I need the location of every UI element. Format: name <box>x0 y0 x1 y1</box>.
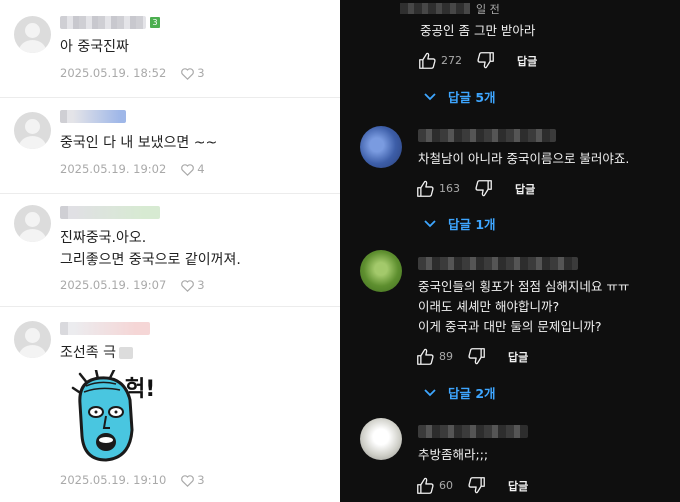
reply-button[interactable]: 답글 <box>508 478 528 494</box>
blurred-text <box>118 347 133 359</box>
thumbs-down-icon[interactable] <box>474 180 493 197</box>
left-comment-panel: 3 아 중국진짜 2025.05.19. 18:52 3 중국인 다 내 보냈으… <box>0 0 340 502</box>
username-blurred[interactable] <box>418 129 556 142</box>
comment-text-visible: 조선족 극 <box>60 345 116 361</box>
chevron-down-icon <box>424 92 436 100</box>
divider <box>0 193 340 194</box>
username-blurred[interactable] <box>60 110 126 123</box>
thumbs-down-icon[interactable] <box>467 348 486 365</box>
view-replies-button[interactable]: 답글 5개 <box>424 87 496 106</box>
reply-button[interactable]: 답글 <box>508 349 528 365</box>
heart-icon <box>181 67 195 80</box>
thumbs-up-icon[interactable] <box>416 348 435 365</box>
comment-time: 일 전 <box>476 3 500 16</box>
divider <box>0 306 340 307</box>
like-count: 163 <box>439 182 460 195</box>
replies-label: 답글 2개 <box>448 386 496 401</box>
view-replies-button[interactable]: 답글 1개 <box>424 214 496 233</box>
username-blurred[interactable] <box>400 3 470 14</box>
comment-text: 차철남이 아니라 중국이름으로 불러야죠. <box>418 151 630 166</box>
comment-actions: 272 답글 <box>418 52 537 69</box>
comment-text: 이래도 셰셰만 해야합니까? <box>418 299 560 314</box>
like-count: 272 <box>441 54 462 67</box>
comment-meta: 2025.05.19. 19:07 3 <box>60 278 205 292</box>
chevron-down-icon <box>424 388 436 396</box>
like-count: 3 <box>197 473 205 487</box>
comment-meta: 2025.05.19. 18:52 3 <box>60 66 205 80</box>
thumbs-up-icon[interactable] <box>416 477 435 494</box>
thumbs-up-icon[interactable] <box>416 180 435 197</box>
avatar[interactable] <box>360 126 402 168</box>
reply-button[interactable]: 답글 <box>515 181 535 197</box>
thumbs-up-icon[interactable] <box>418 52 437 69</box>
view-replies-button[interactable]: 답글 2개 <box>424 383 496 402</box>
username-blurred[interactable] <box>60 322 150 335</box>
comment-date: 2025.05.19. 19:10 <box>60 473 167 487</box>
comment-text: 진짜중국.아오. <box>60 230 147 246</box>
heart-icon <box>181 279 195 292</box>
thumbs-down-icon[interactable] <box>467 477 486 494</box>
replies-label: 답글 1개 <box>448 217 496 232</box>
avatar[interactable] <box>14 112 51 149</box>
avatar[interactable] <box>14 16 51 53</box>
comment-text: 이게 중국과 대만 둘의 문제입니까? <box>418 319 602 334</box>
comment-text: 조선족 극 <box>60 342 133 364</box>
avatar[interactable] <box>360 250 402 292</box>
comment-text: 아 중국진짜 <box>60 39 129 55</box>
sticker-text: 헉! <box>125 376 155 402</box>
heart-icon <box>181 163 195 176</box>
like-button[interactable]: 3 <box>180 278 205 292</box>
comment-text: 중국인들의 횡포가 점점 심해지네요 ㅠㅠ <box>418 279 630 294</box>
thumbs-down-icon[interactable] <box>476 52 495 69</box>
right-comment-panel: 일 전 중공인 좀 그만 받아라 272 답글 답글 5개 차철남이 아니라 중… <box>340 0 680 502</box>
like-button[interactable]: 4 <box>180 162 205 176</box>
level-badge: 3 <box>150 17 160 28</box>
comment-date: 2025.05.19. 19:02 <box>60 162 167 176</box>
avatar[interactable] <box>360 418 402 460</box>
shocked-face-sticker: 헉! <box>71 370 155 462</box>
comment-text: 중국인 다 내 보냈으면 ~~ <box>60 135 218 151</box>
comment-date: 2025.05.19. 19:07 <box>60 278 167 292</box>
comment-meta: 2025.05.19. 19:02 4 <box>60 162 205 176</box>
like-count: 3 <box>197 66 205 80</box>
comment-actions: 89 답글 <box>416 348 528 365</box>
comment-text: 추방좀해라;;; <box>418 447 489 462</box>
comment-text: 그리좋으면 중국으로 같이꺼져. <box>60 252 241 268</box>
like-count: 3 <box>197 278 205 292</box>
like-count: 4 <box>197 162 205 176</box>
username-blurred[interactable] <box>60 206 160 219</box>
comment-actions: 163 답글 <box>416 180 535 197</box>
like-button[interactable]: 3 <box>180 473 205 487</box>
username-blurred[interactable] <box>418 425 528 438</box>
comment-meta: 2025.05.19. 19:10 3 <box>60 473 205 487</box>
username-blurred[interactable] <box>60 16 146 29</box>
avatar[interactable] <box>14 321 51 358</box>
avatar[interactable] <box>14 205 51 242</box>
chevron-down-icon <box>424 219 436 227</box>
divider <box>0 97 340 98</box>
comment-text: 중공인 좀 그만 받아라 <box>420 23 536 38</box>
reply-button[interactable]: 답글 <box>517 53 537 69</box>
comment-actions: 60 답글 <box>416 477 528 494</box>
comment-date: 2025.05.19. 18:52 <box>60 66 167 80</box>
heart-icon <box>181 474 195 487</box>
replies-label: 답글 5개 <box>448 90 496 105</box>
username-blurred[interactable] <box>418 257 578 270</box>
like-count: 60 <box>439 479 453 492</box>
like-button[interactable]: 3 <box>180 66 205 80</box>
like-count: 89 <box>439 350 453 363</box>
